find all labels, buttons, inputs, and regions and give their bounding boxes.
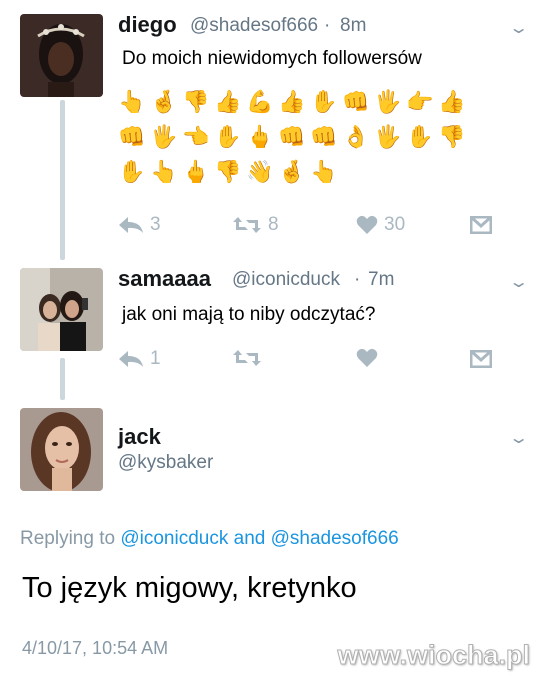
hand-emoji-icon: 🤞 — [150, 88, 178, 114]
hand-emoji-icon: 👊 — [310, 123, 338, 149]
watermark: www.wiocha.pl — [337, 640, 531, 671]
separator: · — [324, 15, 331, 36]
like-button[interactable]: 30 — [356, 214, 405, 236]
tweet-date[interactable]: 4/10/17, 10:54 AM — [22, 638, 168, 659]
timestamp[interactable]: 7m — [368, 269, 394, 291]
avatar[interactable] — [20, 268, 103, 351]
hand-emoji-icon: 👎 — [438, 123, 466, 149]
hand-emoji-icon: 🖐 — [374, 123, 402, 149]
hand-emoji-icon: 👊 — [118, 123, 146, 149]
hand-emoji-icon: 🖕 — [246, 123, 274, 149]
hand-emoji-icon: 👆 — [118, 88, 146, 114]
reply-count: 3 — [150, 214, 161, 235]
hand-emoji-icon: ✋ — [214, 123, 242, 149]
tweet-text: Do moich niewidomych followersów — [118, 46, 426, 72]
hand-emoji-icon: 👎 — [182, 88, 210, 114]
author-handle[interactable]: @shadesof666 — [190, 15, 318, 37]
hand-emoji-icon: 👍 — [438, 88, 466, 114]
retweet-count: 8 — [268, 214, 279, 235]
hand-emoji-icon: ✋ — [310, 88, 338, 114]
mention-link[interactable]: @iconicduck — [120, 528, 228, 549]
hand-emoji-icon: 👈 — [182, 123, 210, 149]
emoji-row: 👊 🖐 👈 ✋ 🖕 👊 👊 👌 🖐 ✋ 👎 — [118, 119, 478, 154]
hand-emoji-icon: 🖕 — [182, 158, 210, 184]
emoji-row: ✋ 👆 🖕 👎 👋 🤞 👆 — [118, 154, 478, 189]
direct-message-button[interactable] — [470, 216, 492, 234]
emoji-row: 👆 🤞 👎 👍 💪 👍 ✋ 👊 🖐 👉 👍 — [118, 84, 478, 119]
chevron-down-icon[interactable]: ⌄ — [508, 18, 529, 38]
retweet-button[interactable]: 8 — [232, 214, 279, 236]
envelope-icon — [470, 216, 492, 234]
hand-emoji-icon: ✋ — [406, 123, 434, 149]
hand-emoji-icon: 🖐 — [374, 88, 402, 114]
replying-and: and — [233, 528, 266, 549]
author-name[interactable]: jack — [118, 424, 161, 450]
thread-line — [60, 358, 65, 400]
hand-emoji-icon: 👌 — [342, 123, 370, 149]
retweet-button[interactable] — [232, 348, 262, 368]
reply-icon — [119, 351, 143, 367]
envelope-icon — [470, 350, 492, 368]
timestamp[interactable]: 8m — [340, 15, 366, 37]
emoji-grid: 👆 🤞 👎 👍 💪 👍 ✋ 👊 🖐 👉 👍 👊 🖐 👈 ✋ 🖕 👊 👊 👌 🖐 ✋ 👎 ✋ 👆 🖕 👎 👋 🤞 👆 — [118, 84, 478, 189]
author-name[interactable]: diego — [118, 12, 177, 38]
hand-emoji-icon: 👊 — [342, 88, 370, 114]
separator: · — [354, 269, 361, 290]
avatar[interactable] — [20, 408, 103, 491]
hand-emoji-icon: 👍 — [214, 88, 242, 114]
heart-icon — [356, 348, 378, 367]
retweet-icon — [233, 350, 261, 366]
like-count: 30 — [384, 214, 406, 235]
tweet-text: jak oni mają to niby odczytać? — [118, 302, 380, 328]
hand-emoji-icon: 🤞 — [278, 158, 306, 184]
hand-emoji-icon: 👆 — [310, 158, 338, 184]
reply-count: 1 — [150, 348, 161, 369]
like-button[interactable] — [356, 348, 378, 368]
chevron-down-icon[interactable]: ⌄ — [508, 428, 529, 448]
author-handle[interactable]: @kysbaker — [118, 452, 213, 474]
hand-emoji-icon: 💪 — [246, 88, 274, 114]
replying-prefix: Replying to — [20, 528, 116, 549]
thread-line — [60, 100, 65, 260]
hand-emoji-icon: 🖐 — [150, 123, 178, 149]
heart-icon — [356, 215, 378, 234]
author-name[interactable]: samaaaa — [118, 266, 211, 292]
hand-emoji-icon: ✋ — [118, 158, 146, 184]
hand-emoji-icon: 👆 — [150, 158, 178, 184]
hand-emoji-icon: 👉 — [406, 88, 434, 114]
mention-link[interactable]: @shadesof666 — [271, 528, 399, 549]
retweet-icon — [233, 217, 261, 233]
hand-emoji-icon: 👎 — [214, 158, 242, 184]
replying-to: Replying to @iconicduck and @shadesof666 — [20, 528, 399, 550]
chevron-down-icon[interactable]: ⌄ — [508, 272, 529, 292]
hand-emoji-icon: 👋 — [246, 158, 274, 184]
hand-emoji-icon: 👍 — [278, 88, 306, 114]
tweet-text: To język migowy, kretynko — [22, 572, 357, 604]
reply-button[interactable]: 3 — [118, 214, 161, 236]
avatar[interactable] — [20, 14, 103, 97]
reply-button[interactable]: 1 — [118, 348, 161, 370]
reply-icon — [119, 217, 143, 233]
hand-emoji-icon: 👊 — [278, 123, 306, 149]
author-handle[interactable]: @iconicduck — [232, 269, 340, 291]
direct-message-button[interactable] — [470, 350, 492, 368]
